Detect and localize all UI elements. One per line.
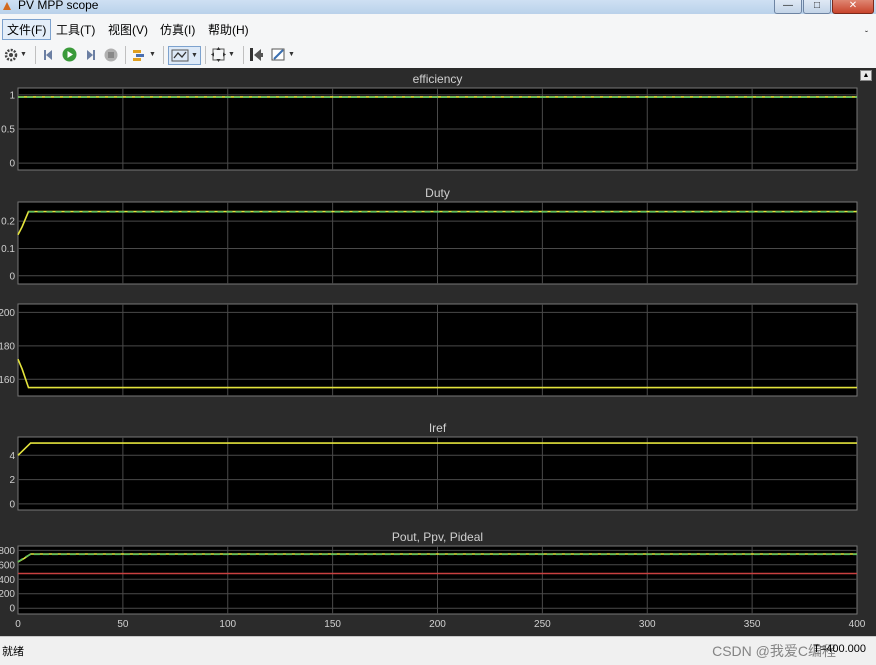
x-tick-label: 0 <box>15 619 21 630</box>
scope-plot-area: 0 0.5 1 efficiency 0 0.1 0.2 Duty 160 180 200 0 2 4 Ir… <box>0 68 876 636</box>
status-text: 就绪 <box>2 646 24 658</box>
menu-bar: 文件(F) 工具(T) 视图(V) 仿真(I) 帮助(H) ˬ <box>0 14 876 43</box>
autoscale-icon <box>211 47 226 62</box>
axes-4[interactable]: 0 2 4 Iref <box>9 421 858 511</box>
matlab-logo-icon <box>3 2 11 10</box>
stop-button[interactable] <box>104 46 118 63</box>
y-tick-label: 400 <box>0 575 15 586</box>
axes-5[interactable]: 0 200 400 600 800 Pout, Ppv, Pideal 0 50 100 150 2… <box>0 530 866 630</box>
stop-icon <box>104 48 118 61</box>
sim-time: T=400.000 <box>813 643 866 655</box>
maximize-button[interactable]: □ <box>803 0 831 14</box>
y-tick-label: 0 <box>9 159 15 170</box>
cursor-icon <box>271 48 285 61</box>
highlight-icon <box>133 49 144 61</box>
axes-title: Iref <box>429 421 447 435</box>
y-tick-label: 0.5 <box>1 125 15 136</box>
menu-file[interactable]: 文件(F) <box>2 19 52 40</box>
axes-title: efficiency <box>413 72 463 86</box>
autoscale-button[interactable]: ▼ <box>211 46 235 63</box>
y-tick-label: 600 <box>0 560 15 571</box>
axes-2[interactable]: 0 0.1 0.2 Duty <box>1 186 858 285</box>
close-button[interactable]: ✕ <box>832 0 874 14</box>
menu-view[interactable]: 视图(V) <box>104 20 152 39</box>
x-tick-label: 400 <box>849 619 866 630</box>
x-tick-label: 350 <box>744 619 761 630</box>
axes-title: Duty <box>425 186 450 200</box>
x-tick-label: 50 <box>117 619 129 630</box>
y-tick-label: 0.1 <box>1 244 15 255</box>
step-back-button[interactable] <box>42 46 56 63</box>
x-tick-label: 300 <box>639 619 656 630</box>
y-tick-label: 160 <box>0 375 15 386</box>
menu-simulation[interactable]: 仿真(I) <box>156 20 199 39</box>
y-tick-label: 1 <box>9 90 15 101</box>
axes-3[interactable]: 160 180 200 <box>0 303 858 397</box>
window-title: PV MPP scope <box>18 0 99 12</box>
status-bar: 就绪 CSDN @我爱C编程 T=400.000 <box>0 636 876 665</box>
run-button[interactable] <box>62 46 77 63</box>
gear-icon <box>4 48 18 61</box>
step-back-icon <box>44 49 52 60</box>
restore-icon <box>250 48 263 61</box>
x-tick-label: 150 <box>324 619 341 630</box>
step-forward-icon <box>87 49 95 60</box>
toolbar: ▼ ▼ ▼ ▼ ▼ <box>0 42 876 69</box>
scope-plots: 0 0.5 1 efficiency 0 0.1 0.2 Duty 160 180 200 0 2 4 Ir… <box>0 72 866 630</box>
y-tick-label: 200 <box>0 308 15 319</box>
y-tick-label: 4 <box>9 451 15 462</box>
y-tick-label: 800 <box>0 546 15 557</box>
zoom-icon <box>171 49 189 62</box>
title-bar: PV MPP scope — □ ✕ <box>0 0 876 14</box>
step-forward-button[interactable] <box>83 46 97 63</box>
undock-icon[interactable]: ▲ <box>860 70 872 81</box>
axes-1[interactable]: 0 0.5 1 efficiency <box>1 72 858 171</box>
y-tick-label: 2 <box>9 475 15 486</box>
zoom-button[interactable]: ▼ <box>168 46 201 65</box>
y-tick-label: 0.2 <box>1 217 15 228</box>
y-tick-label: 180 <box>0 341 15 352</box>
menu-help[interactable]: 帮助(H) <box>204 20 253 39</box>
settings-button[interactable]: ▼ <box>4 46 27 63</box>
x-tick-label: 100 <box>219 619 236 630</box>
y-tick-label: 0 <box>9 604 15 615</box>
menu-expand-icon[interactable]: ˬ <box>865 22 868 32</box>
axes-title: Pout, Ppv, Pideal <box>392 530 483 544</box>
y-tick-label: 200 <box>0 589 15 600</box>
restore-button[interactable] <box>249 46 264 63</box>
y-tick-label: 0 <box>9 271 15 282</box>
cursor-button[interactable]: ▼ <box>271 46 295 63</box>
x-tick-label: 250 <box>534 619 551 630</box>
highlight-button[interactable]: ▼ <box>132 46 156 63</box>
minimize-button[interactable]: — <box>774 0 802 14</box>
run-icon <box>62 47 77 62</box>
y-tick-label: 0 <box>9 499 15 510</box>
menu-tools[interactable]: 工具(T) <box>52 20 99 39</box>
x-tick-label: 200 <box>429 619 446 630</box>
